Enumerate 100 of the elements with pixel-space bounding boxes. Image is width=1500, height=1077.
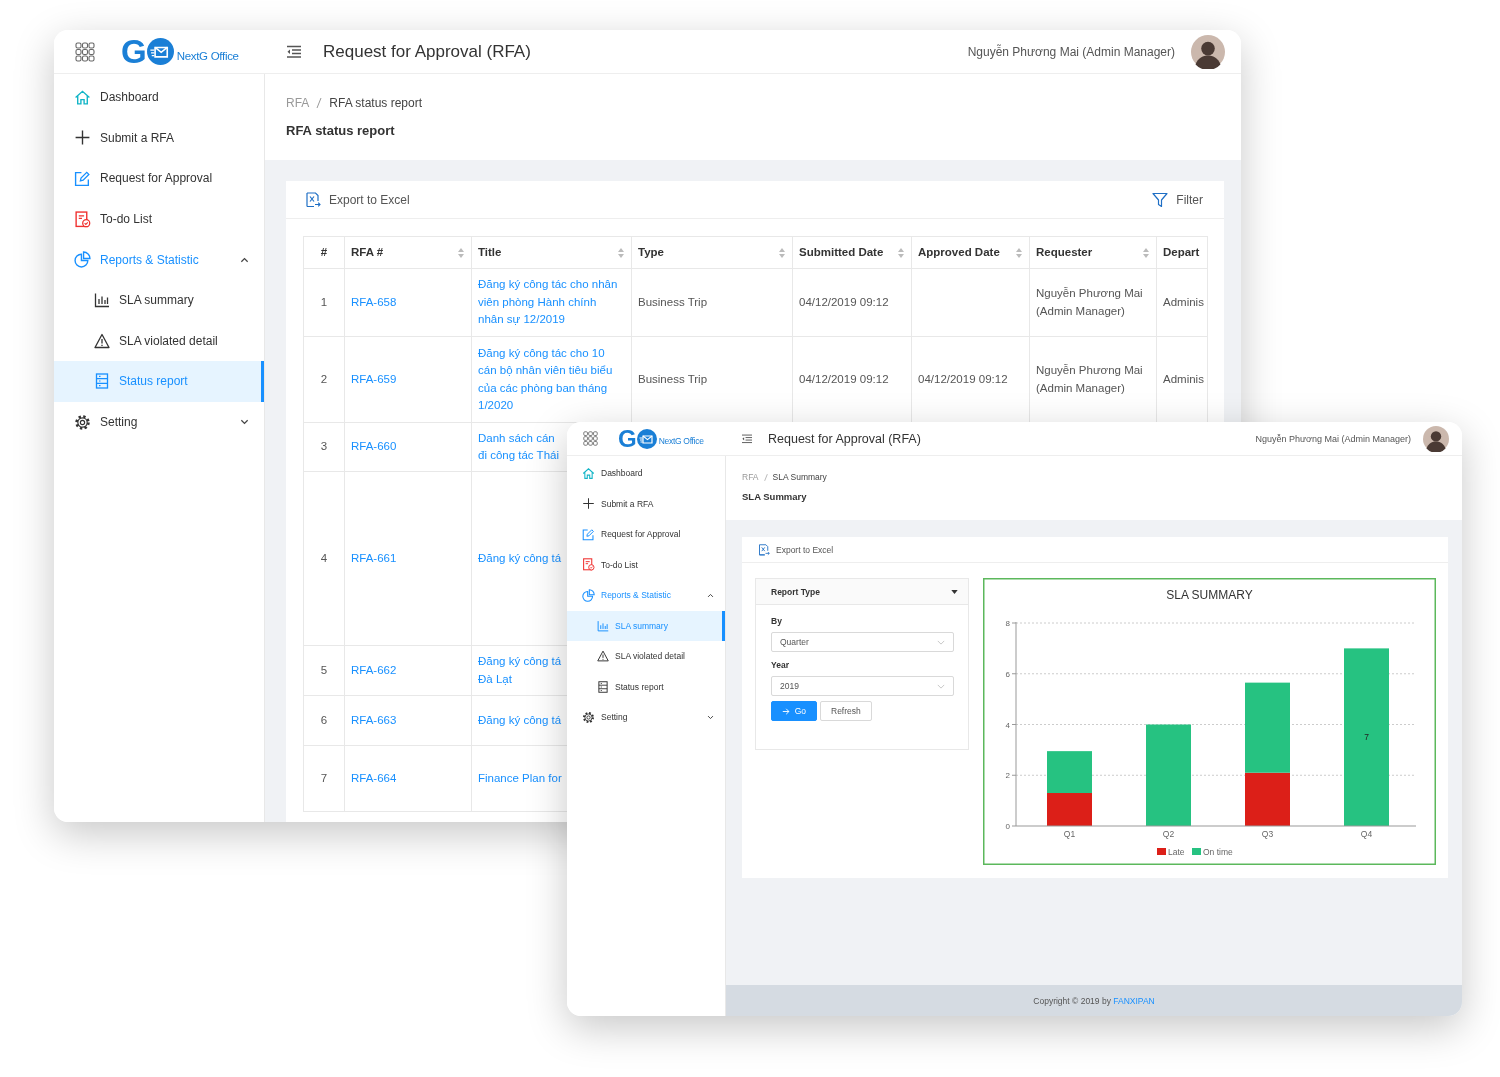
table-cell: Business Trip — [638, 372, 708, 385]
select-field[interactable]: 2019 — [771, 676, 954, 696]
sidebar-item[interactable]: Request for Approval — [54, 158, 264, 199]
panel-header[interactable]: Report Type — [756, 579, 968, 605]
settings-icon — [74, 413, 91, 431]
table-cell: 3 — [320, 440, 328, 453]
app-title: Request for Approval (RFA) — [323, 41, 531, 62]
mail-icon — [146, 38, 174, 65]
home-icon — [582, 466, 595, 480]
mail-icon — [636, 428, 657, 449]
export-button[interactable]: Export to Excel — [758, 543, 834, 556]
chevron-up-icon[interactable] — [240, 256, 249, 263]
table-link[interactable]: Đăng ký công tá — [478, 711, 562, 730]
apps-grid-icon[interactable] — [75, 41, 95, 62]
sidebar-item[interactable]: Submit a RFA — [54, 117, 264, 159]
edit-icon — [74, 170, 91, 187]
sidebar-item[interactable]: Dashboard — [54, 77, 264, 118]
document-check-icon — [582, 558, 595, 572]
table-link[interactable]: Đăng ký công tá — [478, 549, 562, 568]
axis-label: Q4 — [1360, 829, 1373, 839]
sidebar-subitem[interactable]: SLA violated detail — [54, 320, 264, 362]
sidebar-item[interactable]: Submit a RFA — [567, 488, 725, 519]
sidebar-item[interactable]: Dashboard — [567, 458, 725, 489]
axis-label: Q2 — [1162, 829, 1175, 839]
table-link[interactable]: RFA-658 — [351, 293, 397, 312]
chevron-down-icon — [937, 639, 945, 645]
data-label: 7 — [1364, 732, 1369, 743]
sidebar-item[interactable]: To-do List — [54, 198, 264, 240]
axis-label: 8 — [1005, 619, 1010, 628]
table-cell: 2 — [320, 372, 328, 385]
field-label: Year — [771, 660, 789, 670]
caret-icon — [951, 589, 958, 594]
chevron-down-icon[interactable] — [240, 419, 249, 426]
table-link[interactable]: Finance Plan for — [478, 769, 562, 788]
table-link[interactable]: RFA-659 — [351, 370, 397, 389]
table-link[interactable]: RFA-660 — [351, 438, 397, 456]
sidebar-item[interactable]: Setting — [54, 401, 264, 443]
legend-label[interactable]: Late — [1168, 847, 1185, 857]
user-name: Nguyễn Phương Mai (Admin Manager) — [967, 44, 1175, 59]
table-cell: 04/12/2019 09:12 — [799, 372, 889, 385]
chart-bar — [1047, 793, 1092, 826]
legend-label[interactable]: On time — [1203, 847, 1233, 857]
sidebar-item[interactable]: To-do List — [567, 549, 725, 580]
chart-bar — [1047, 751, 1092, 793]
app-name: NextG Office — [658, 435, 704, 446]
sidebar-item[interactable]: Request for Approval — [567, 519, 725, 550]
logo-mark: G — [121, 35, 146, 68]
axis-label: 4 — [1005, 720, 1010, 730]
axis-label: 0 — [1005, 822, 1010, 831]
home-icon — [74, 88, 91, 106]
export-button[interactable]: Export to Excel — [305, 191, 410, 208]
filter-icon — [1152, 191, 1169, 208]
excel-icon — [305, 191, 321, 208]
chevron-down-icon — [937, 683, 945, 689]
select-field[interactable]: Quarter — [771, 632, 954, 652]
table-link[interactable]: RFA-663 — [351, 711, 397, 730]
table-link[interactable]: Đăng ký công tá Đà Lạt — [478, 653, 562, 688]
document-check-icon — [74, 210, 91, 228]
filter-button[interactable]: Filter — [1152, 191, 1203, 208]
sidebar-item[interactable]: Reports & Statistic — [567, 580, 725, 611]
table-cell: 4 — [320, 551, 328, 564]
sidebar-item[interactable]: Setting — [567, 702, 725, 733]
table-cell: 7 — [320, 771, 328, 784]
chevron-up-icon[interactable] — [707, 592, 714, 598]
table-link[interactable]: RFA-661 — [351, 549, 397, 568]
table-cell: 1 — [320, 295, 328, 308]
apps-grid-icon[interactable] — [583, 431, 598, 446]
plus-icon — [582, 497, 595, 511]
user-name: Nguyễn Phương Mai (Admin Manager) — [1255, 433, 1411, 444]
avatar[interactable] — [1191, 34, 1225, 69]
list-icon — [94, 373, 110, 390]
table-cell: Business Trip — [638, 295, 708, 308]
column-header: RFA # — [351, 245, 384, 258]
table-cell: Nguyễn Phương Mai (Admin Manager) — [1036, 287, 1143, 317]
axis-label: Q1 — [1063, 829, 1076, 839]
chevron-down-icon[interactable] — [707, 714, 714, 720]
list-icon — [597, 680, 609, 693]
plus-icon — [74, 129, 91, 147]
field-label: By — [771, 616, 782, 626]
table-cell: 5 — [320, 663, 328, 676]
table-link[interactable]: RFA-662 — [351, 661, 397, 680]
table-cell: 6 — [320, 713, 328, 726]
sidebar-subitem[interactable]: Status report — [567, 671, 725, 702]
column-header: Title — [478, 245, 502, 258]
column-header: Approved Date — [918, 245, 1000, 258]
sidebar-item[interactable]: Reports & Statistic — [54, 239, 264, 280]
table-link[interactable]: RFA-664 — [351, 769, 397, 788]
breadcrumb-current: SLA Summary — [772, 472, 827, 482]
pie-chart-icon — [74, 251, 91, 269]
table-cell: Nguyễn Phương Mai (Admin Manager) — [1036, 364, 1143, 394]
column-header: Type — [638, 245, 664, 258]
sidebar-subitem[interactable]: SLA violated detail — [567, 641, 725, 672]
menu-icon[interactable] — [741, 433, 753, 444]
breadcrumb-current: RFA status report — [329, 96, 423, 110]
table-cell: Adminis — [1163, 372, 1204, 385]
sidebar-subitem[interactable]: SLA summary — [54, 279, 264, 321]
menu-icon[interactable] — [286, 44, 302, 59]
avatar[interactable] — [1423, 425, 1449, 452]
refresh-button[interactable]: Refresh — [820, 701, 872, 721]
column-header: Depart — [1163, 245, 1200, 258]
